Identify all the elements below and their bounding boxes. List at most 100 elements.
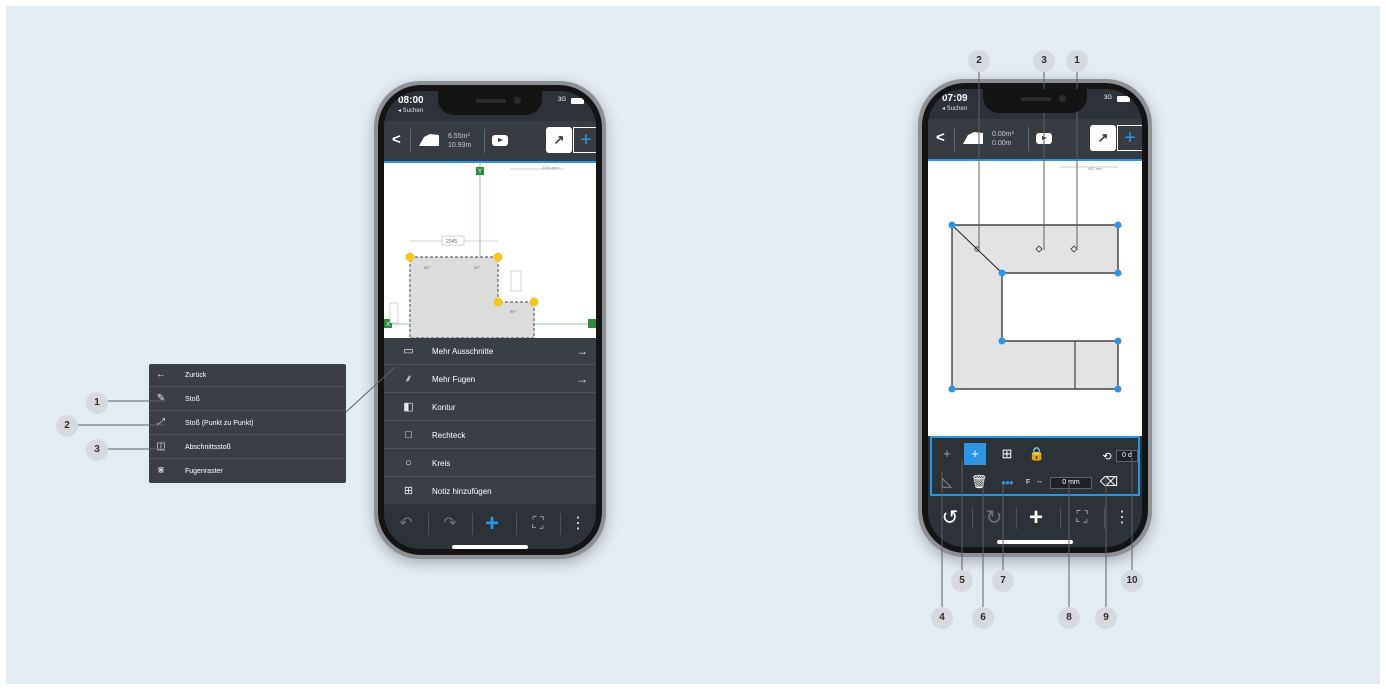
submenu-item-label: Stoß	[185, 396, 200, 403]
room-shape-icon[interactable]	[418, 133, 440, 147]
arrow-right-icon: →	[576, 344, 588, 358]
add-point-icon[interactable]: +	[573, 127, 596, 153]
back-to-search-link[interactable]: ◂ Suchen	[398, 107, 423, 114]
room-shape-icon[interactable]	[962, 131, 984, 145]
callout-3: 3	[1033, 50, 1055, 72]
redo-icon[interactable]: ↷	[428, 504, 472, 544]
menu-item-label: Mehr Fugen	[432, 375, 476, 384]
length-value: 10.93m	[448, 142, 472, 149]
menu-item-rechteck[interactable]: □ Rechteck	[384, 422, 596, 449]
back-chevron-icon[interactable]: <	[936, 129, 945, 146]
status-time: 08:00	[398, 95, 424, 106]
fullscreen-icon[interactable]: ⛶	[516, 504, 560, 544]
section-joint-icon: ◫	[156, 441, 166, 452]
dots-icon[interactable]: ●●●	[996, 472, 1018, 494]
app-header: < 6.55m² 10.93m ↗ +	[384, 121, 596, 161]
battery-icon	[1117, 96, 1130, 102]
left-phone-screen: 08:00 ◂ Suchen 3G < 6.55m² 10.93m ↗ + 20…	[384, 91, 596, 549]
video-play-icon[interactable]	[492, 135, 508, 146]
status-time: 07:09	[942, 93, 968, 104]
rotate-icon[interactable]: ⟲	[1096, 446, 1118, 468]
menu-item-kontur[interactable]: ◧ Kontur	[384, 394, 596, 421]
back-chevron-icon[interactable]: <	[392, 131, 401, 148]
circle-icon: ○	[405, 457, 412, 469]
battery-icon	[571, 98, 584, 104]
lock-icon[interactable]: 🔒	[1026, 443, 1048, 465]
redo-icon[interactable]: ↻	[972, 498, 1016, 538]
note-icon[interactable]: ⊞	[996, 443, 1018, 465]
arrow-right-icon: →	[576, 372, 588, 386]
floor-plan-drawing: 467 mm	[948, 166, 1122, 393]
callout-4: 4	[931, 607, 953, 629]
undo-icon[interactable]: ↶	[384, 504, 428, 544]
add-point-icon[interactable]: +	[1117, 125, 1142, 151]
more-menu-icon[interactable]: ⋮	[1100, 498, 1142, 538]
add-icon[interactable]: +	[1014, 498, 1058, 538]
submenu-item-abschnittsstoss[interactable]: ◫ Abschnittsstoß	[149, 436, 346, 459]
menu-item-mehr-ausschnitte[interactable]: ▭ Mehr Ausschnitte →	[384, 338, 596, 365]
callout-7: 7	[992, 570, 1014, 592]
submenu-item-zurueck[interactable]: ← Zurück	[149, 364, 346, 387]
trash-icon[interactable]: 🗑	[968, 471, 990, 493]
app-header: < 0.00m² 0.00m ↗ +	[928, 119, 1142, 159]
axis-x-label: X	[386, 322, 390, 328]
drawing-canvas[interactable]: 467 mm	[928, 161, 1142, 436]
menu-item-label: Notiz hinzufügen	[432, 487, 492, 496]
arrow-left-icon: ←	[156, 369, 166, 380]
home-indicator	[452, 545, 528, 549]
menu-item-label: Kreis	[432, 459, 451, 468]
menu-item-label: Mehr Ausschnitte	[432, 347, 494, 356]
more-menu-icon[interactable]: ⋮	[556, 504, 596, 544]
area-value: 6.55m²	[448, 133, 470, 140]
scale-label: 467 mm	[1088, 166, 1103, 171]
folder-icon: ▭	[403, 345, 414, 357]
submenu-item-label: Abschnittsstoß	[185, 444, 231, 451]
offset-input[interactable]: 0 mm	[1050, 477, 1092, 489]
callout-9: 9	[1095, 607, 1117, 629]
callout-2: 2	[56, 415, 78, 437]
floor-plan-drawing: 2000 mm Y X 2045 90° 90° 90°	[384, 163, 596, 338]
menu-item-label: Rechteck	[432, 431, 466, 440]
menu-item-label: Kontur	[432, 403, 456, 412]
undo-icon[interactable]: ↺	[928, 498, 972, 538]
joint-tool-icon[interactable]: +	[964, 443, 986, 465]
node-edit-icon[interactable]: ↗	[1090, 125, 1116, 151]
pen-icon: ✎	[156, 393, 166, 404]
menu-item-mehr-fugen[interactable]: ⸙ Mehr Fugen →	[384, 366, 596, 393]
submenu-item-fugenraster[interactable]: ⋇ Fugenraster	[149, 460, 346, 483]
callout-5: 5	[951, 570, 973, 592]
length-value: 0.00m	[992, 140, 1012, 147]
network-indicator: 3G	[1103, 95, 1112, 101]
crosshair-icon[interactable]: +	[936, 443, 958, 465]
joint-grid-icon: ⋇	[156, 465, 166, 476]
angle-label: 90°	[424, 265, 430, 270]
fullscreen-icon[interactable]: ⛶	[1060, 498, 1104, 538]
callout-3: 3	[86, 439, 108, 461]
angle-label: 90°	[510, 309, 516, 314]
dimension-label: 2045	[446, 239, 457, 245]
contour-icon: ◧	[403, 401, 414, 413]
axis-y-label: Y	[478, 169, 482, 175]
diagonal-line-icon: ⤢	[157, 417, 165, 428]
submenu-item-label: Fugenraster	[185, 468, 223, 475]
submenu-item-stoss-punkt-zu-punkt[interactable]: ⤢ Stoß (Punkt zu Punkt)	[149, 412, 346, 435]
callout-1: 1	[86, 392, 108, 414]
menu-item-kreis[interactable]: ○ Kreis	[384, 450, 596, 477]
eraser-icon[interactable]: ⌫	[1098, 471, 1120, 493]
add-icon[interactable]: +	[470, 504, 514, 544]
joint-edit-toolbar: + + ⊞ 🔒 ⟲ 0 d ◺ 🗑 ●●● F ↔ 0 mm ⌫	[930, 436, 1140, 496]
video-play-icon[interactable]	[1036, 133, 1052, 144]
notch	[983, 89, 1087, 113]
set-square-icon[interactable]: ◺	[936, 471, 958, 493]
angle-input[interactable]: 0 d	[1116, 450, 1138, 462]
drawing-canvas[interactable]: 2000 mm Y X 2045 90° 90° 90°	[384, 163, 596, 338]
submenu-item-stoss[interactable]: ✎ Stoß	[149, 388, 346, 411]
background-panel	[6, 6, 1380, 684]
add-element-menu: ▭ Mehr Ausschnitte → ⸙ Mehr Fugen → ◧ Ko…	[384, 338, 596, 505]
callout-6: 6	[972, 607, 994, 629]
node-edit-icon[interactable]: ↗	[546, 127, 572, 153]
callout-1: 1	[1066, 50, 1088, 72]
back-to-search-link[interactable]: ◂ Suchen	[942, 105, 967, 112]
menu-item-notiz-hinzufuegen[interactable]: ⊞ Notiz hinzufügen	[384, 478, 596, 505]
rectangle-icon: □	[405, 429, 412, 441]
